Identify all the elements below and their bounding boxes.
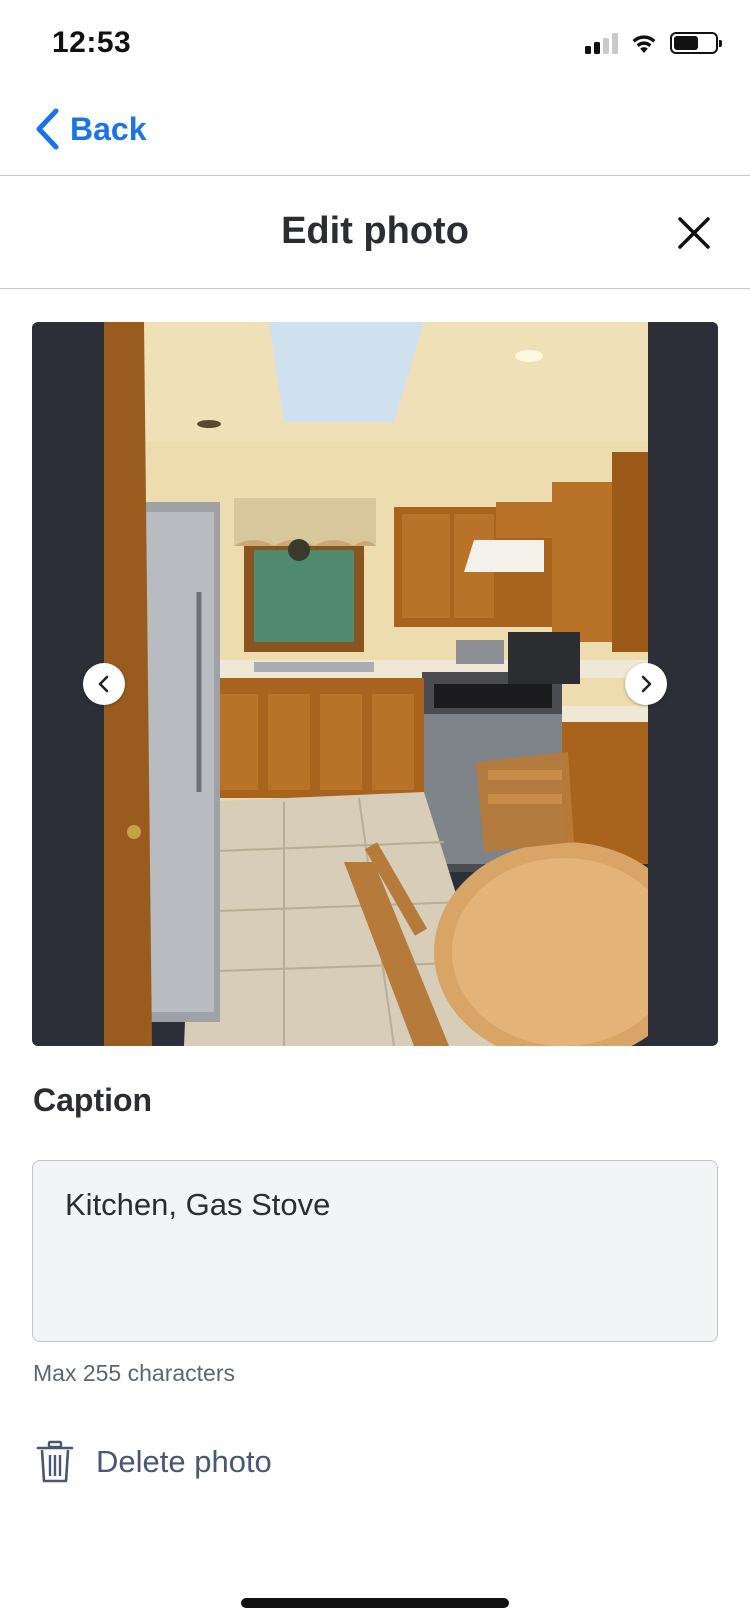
caption-label: Caption: [33, 1082, 153, 1118]
battery-icon: [670, 32, 722, 54]
delete-photo-button[interactable]: Delete photo: [36, 1440, 272, 1484]
next-photo-button[interactable]: [625, 663, 667, 705]
navigation-bar: Back: [0, 88, 750, 176]
caption-hint: Max 255 characters: [33, 1360, 235, 1386]
caption-field[interactable]: Kitchen, Gas Stove: [32, 1160, 718, 1342]
back-label: Back: [70, 110, 147, 147]
photo-viewer: [32, 322, 718, 1046]
trash-icon: [36, 1440, 74, 1483]
delete-photo-label: Delete photo: [96, 1444, 272, 1479]
close-icon: [678, 217, 710, 249]
chevron-left-icon: [36, 108, 59, 150]
status-icons: [585, 32, 722, 54]
previous-photo-button[interactable]: [83, 663, 125, 705]
modal-header: Edit photo: [0, 177, 750, 289]
chevron-right-icon: [641, 675, 652, 693]
close-button[interactable]: [674, 213, 714, 253]
status-time: 12:53: [52, 26, 132, 59]
kitchen-photo[interactable]: [104, 322, 648, 1046]
wifi-icon: [632, 35, 656, 53]
chevron-left-icon: [98, 675, 109, 693]
home-indicator[interactable]: [241, 1598, 509, 1608]
status-bar: 12:53: [0, 0, 750, 88]
back-button[interactable]: Back: [34, 108, 147, 150]
page-title: Edit photo: [281, 210, 469, 252]
cellular-signal-icon: [585, 32, 618, 54]
caption-input[interactable]: Kitchen, Gas Stove: [65, 1185, 685, 1317]
